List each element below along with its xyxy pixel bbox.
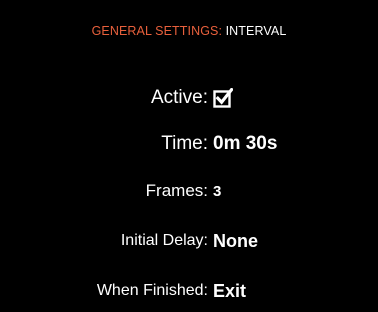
frames-label: Frames: [145, 181, 208, 200]
page-title: GENERAL SETTINGS: INTERVAL [0, 24, 378, 38]
interval-settings-screen: GENERAL SETTINGS: INTERVAL Active: Time:… [0, 0, 378, 312]
initial-delay-value: None [213, 230, 258, 251]
time-label: Time: [161, 133, 208, 154]
settings-category-label: GENERAL SETTINGS: [91, 24, 223, 38]
when-finished-value: Exit [213, 280, 247, 301]
checked-checkbox-icon[interactable] [213, 88, 233, 108]
initial-delay-label: Initial Delay: [120, 232, 208, 249]
time-value: 0m 30s [213, 133, 278, 154]
setting-row-frames[interactable]: Frames: 3 [0, 175, 378, 207]
active-label: Active: [150, 87, 208, 108]
setting-row-active[interactable]: Active: [0, 82, 378, 114]
when-finished-label: When Finished: [96, 282, 208, 299]
setting-row-initial-delay[interactable]: Initial Delay: None [0, 225, 378, 257]
settings-section-label: INTERVAL [225, 24, 287, 38]
frames-value: 3 [213, 182, 222, 200]
setting-row-time[interactable]: Time: 0m 30s [0, 128, 378, 160]
setting-row-when-finished[interactable]: When Finished: Exit [0, 275, 378, 307]
